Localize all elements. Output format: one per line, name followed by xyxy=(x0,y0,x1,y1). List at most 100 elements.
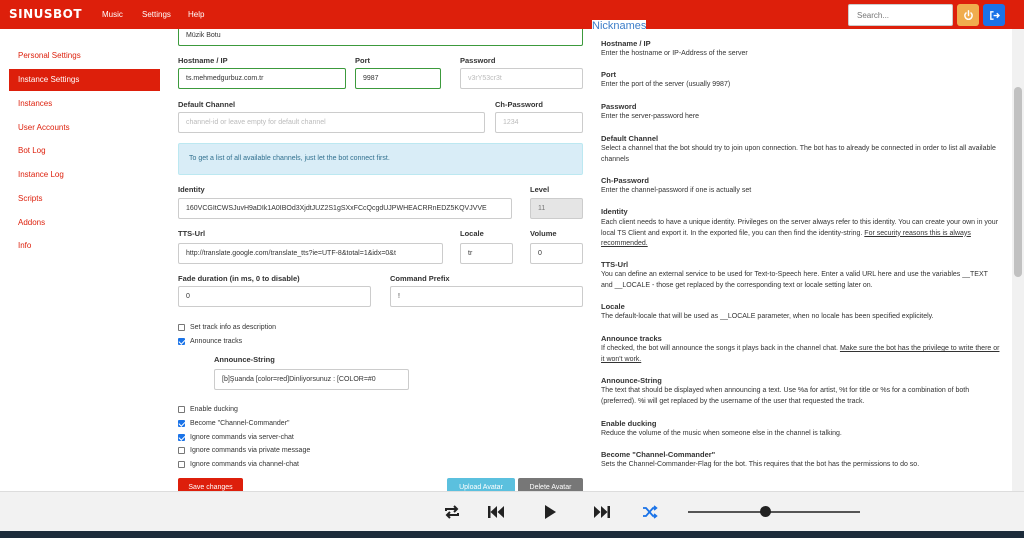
help-desc: Enter the hostname or IP-Address of the … xyxy=(601,50,748,57)
power-button[interactable] xyxy=(957,4,979,26)
page-scrollbar[interactable] xyxy=(1012,29,1024,491)
help-title: Announce-String xyxy=(601,376,662,385)
instance-settings-form: Müzik Botu Hostname / IP ts.mehmedgurbuz… xyxy=(170,29,592,491)
help-desc: Sets the Channel-Commander-Flag for the … xyxy=(601,461,920,468)
level-label: Level xyxy=(530,185,550,194)
sidebar-item-instance-settings[interactable]: Instance Settings xyxy=(9,69,160,91)
checkbox-label: Set track info as description xyxy=(190,324,276,331)
fade-duration-field[interactable]: 0 xyxy=(178,286,371,307)
port-field[interactable]: 9987 xyxy=(355,68,441,89)
announce-string-field[interactable]: [b]Şuanda [color=red]Dinliyorsunuz : [CO… xyxy=(214,369,409,390)
nav-music[interactable]: Music xyxy=(102,10,123,19)
locale-label: Locale xyxy=(460,229,484,238)
command-prefix-label: Command Prefix xyxy=(390,274,450,283)
default-channel-label: Default Channel xyxy=(178,100,236,109)
sidebar-item-instance-log[interactable]: Instance Log xyxy=(9,164,160,186)
ignore-private-message-checkbox[interactable]: Ignore commands via private message xyxy=(178,447,310,454)
help-title: Identity xyxy=(601,207,628,216)
sidebar-item-personal-settings[interactable]: Personal Settings xyxy=(9,45,160,67)
hostname-field[interactable]: ts.mehmedgurbuz.com.tr xyxy=(178,68,346,89)
checkbox-box[interactable] xyxy=(178,406,185,413)
announce-tracks-checkbox[interactable]: Announce tracks xyxy=(178,338,242,345)
ignore-channel-chat-checkbox[interactable]: Ignore commands via channel-chat xyxy=(178,461,299,468)
nav-help[interactable]: Help xyxy=(188,10,204,19)
level-field: 11 xyxy=(530,198,583,219)
next-track-button[interactable] xyxy=(590,500,614,524)
password-label: Password xyxy=(460,56,496,65)
enable-ducking-checkbox[interactable]: Enable ducking xyxy=(178,406,238,413)
checkbox-box[interactable] xyxy=(178,338,185,345)
help-title: Port xyxy=(601,70,616,79)
help-title: TTS-Url xyxy=(601,260,629,269)
sidebar-item-user-accounts[interactable]: User Accounts xyxy=(9,117,160,139)
help-title: Enable ducking xyxy=(601,419,657,428)
checkbox-box[interactable] xyxy=(178,434,185,441)
checkbox-box[interactable] xyxy=(178,447,185,454)
next-icon xyxy=(594,506,610,518)
repeat-icon xyxy=(445,505,459,519)
nav-settings[interactable]: Settings xyxy=(142,10,171,19)
scrollbar-thumb[interactable] xyxy=(1014,87,1022,277)
save-changes-button[interactable]: Save changes xyxy=(178,478,243,491)
volume-slider-knob[interactable] xyxy=(759,506,771,517)
help-desc: The text that should be displayed when a… xyxy=(601,387,970,405)
tts-url-field[interactable]: http://translate.google.com/translate_tt… xyxy=(178,243,443,264)
shuffle-button[interactable] xyxy=(638,500,662,524)
checkbox-label: Enable ducking xyxy=(190,406,238,413)
checkbox-box[interactable] xyxy=(178,420,185,427)
channel-commander-checkbox[interactable]: Become "Channel-Commander" xyxy=(178,420,290,427)
search-input[interactable] xyxy=(848,4,953,26)
checkbox-label: Announce tracks xyxy=(190,338,243,345)
checkbox-label: Ignore commands via private message xyxy=(190,447,311,454)
ch-password-field[interactable]: 1234 xyxy=(495,112,583,133)
help-desc: Enter the port of the server (usually 99… xyxy=(601,81,731,88)
delete-avatar-button[interactable]: Delete Avatar xyxy=(518,478,583,491)
help-desc-announce: If checked, the bot will announce the so… xyxy=(601,344,1001,365)
help-desc: The default-locale that will be used as … xyxy=(601,313,934,320)
help-desc: Enter the channel-password if one is act… xyxy=(601,187,752,194)
sidebar-item-scripts[interactable]: Scripts xyxy=(9,188,160,210)
logout-button[interactable] xyxy=(983,4,1005,26)
help-title: Locale xyxy=(601,302,625,311)
command-prefix-field[interactable]: ! xyxy=(390,286,583,307)
help-title: Become "Channel-Commander" xyxy=(601,450,716,459)
nicknames-heading: Nicknames xyxy=(592,20,647,32)
power-icon xyxy=(963,9,973,20)
checkbox-label: Ignore commands via channel-chat xyxy=(190,461,299,468)
help-desc: Select a channel that the bot should try… xyxy=(601,145,996,163)
announce-string-label: Announce-String xyxy=(214,355,275,364)
tts-url-label: TTS-Url xyxy=(178,229,206,238)
identity-label: Identity xyxy=(178,185,205,194)
volume-slider[interactable] xyxy=(688,506,860,517)
upload-avatar-button[interactable]: Upload Avatar xyxy=(447,478,515,491)
help-title: Ch-Password xyxy=(601,176,649,185)
help-title: Password xyxy=(601,102,637,111)
checkbox-box[interactable] xyxy=(178,461,185,468)
password-field[interactable]: v3rY53cr3t xyxy=(460,68,583,89)
default-channel-field[interactable]: channel-id or leave empty for default ch… xyxy=(178,112,485,133)
sidebar-item-bot-log[interactable]: Bot Log xyxy=(9,140,160,162)
nickname-field[interactable]: Müzik Botu xyxy=(178,29,583,46)
shuffle-icon xyxy=(643,505,658,519)
logout-icon xyxy=(989,10,1000,20)
set-track-info-checkbox[interactable]: Set track info as description xyxy=(178,324,276,331)
play-button[interactable] xyxy=(538,500,562,524)
brand-logo[interactable]: SINUSBOT xyxy=(9,7,82,21)
locale-field[interactable]: tr xyxy=(460,243,513,264)
previous-track-button[interactable] xyxy=(484,500,508,524)
sidebar-item-info[interactable]: Info xyxy=(9,235,160,257)
help-desc: If checked, the bot will announce the so… xyxy=(601,345,840,352)
ignore-server-chat-checkbox[interactable]: Ignore commands via server-chat xyxy=(178,434,294,441)
previous-icon xyxy=(488,506,504,518)
help-desc: You can define an external service to be… xyxy=(601,271,988,289)
help-title: Hostname / IP xyxy=(601,39,651,48)
channels-info-alert: To get a list of all available channels,… xyxy=(178,143,583,175)
identity-field[interactable]: 160VCGItCWSJuvH9aDIk1A0IBOd3XjdtJUZ2S1gS… xyxy=(178,198,512,219)
volume-field[interactable]: 0 xyxy=(530,243,583,264)
sidebar-item-instances[interactable]: Instances xyxy=(9,93,160,115)
repeat-button[interactable] xyxy=(440,500,464,524)
hostname-label: Hostname / IP xyxy=(178,56,228,65)
sidebar-item-addons[interactable]: Addons xyxy=(9,212,160,234)
checkbox-box[interactable] xyxy=(178,324,185,331)
play-icon xyxy=(545,505,556,519)
